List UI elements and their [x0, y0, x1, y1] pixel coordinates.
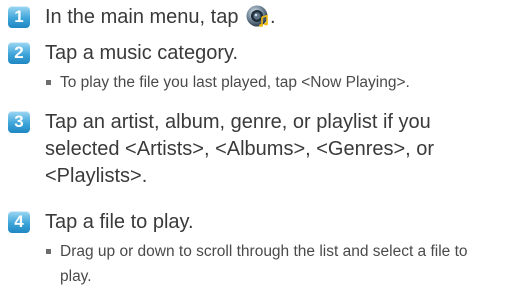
bullet-item: To play the file you last played, tap <N… — [45, 70, 520, 95]
step-3: 3 Tap an artist, album, genre, or playli… — [8, 109, 520, 209]
instruction-steps: 1 In the main menu, tap . 2 Tap a music … — [8, 4, 520, 289]
step-text: Tap a file to play. — [45, 211, 194, 233]
step-text: In the main menu, tap . — [45, 4, 520, 36]
step-number-badge: 1 — [8, 6, 30, 28]
step-number-badge: 4 — [8, 211, 30, 233]
music-player-icon — [246, 4, 270, 36]
bullet-item: Drag up or down to scroll through the li… — [45, 239, 500, 289]
bullet-marker — [46, 80, 51, 85]
step-2: 2 Tap a music category. To play the file… — [8, 40, 520, 109]
step-text: Tap an artist, album, genre, or playlist… — [45, 111, 435, 187]
step-number-badge: 2 — [8, 42, 30, 64]
step-text: Tap a music category. — [45, 42, 239, 64]
bullet-marker — [46, 249, 51, 254]
step-number-badge: 3 — [8, 111, 30, 133]
step-1: 1 In the main menu, tap . — [8, 4, 520, 40]
step-4: 4 Tap a file to play. Drag up or down to… — [8, 209, 520, 289]
